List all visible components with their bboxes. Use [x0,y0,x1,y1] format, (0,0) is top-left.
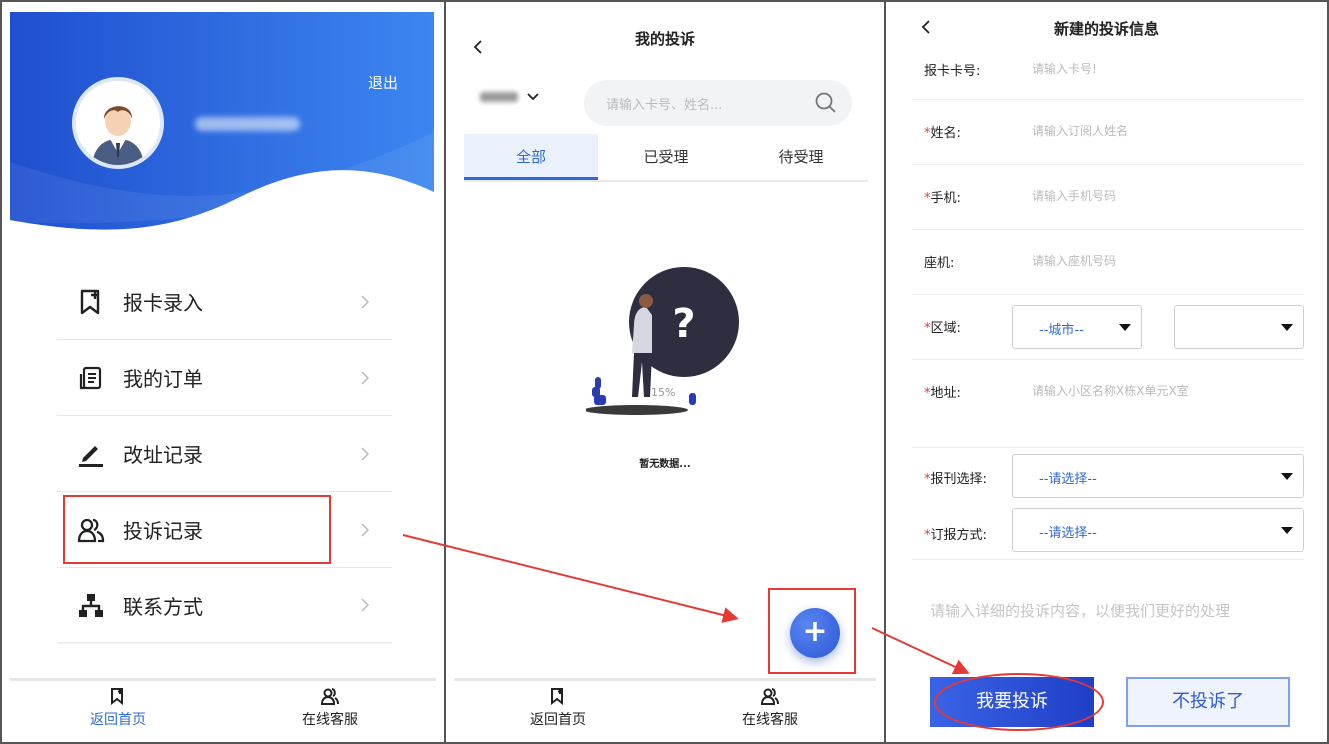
tab-all[interactable]: 全部 [464,134,598,180]
tab-service-label: 在线客服 [302,712,358,728]
empty-state-illustration: ? [586,267,739,415]
empty-state-text: 暂无数据... [639,459,691,470]
phone-number-blurred [195,117,300,131]
chevron-right-icon [361,370,370,385]
svg-text:?: ? [672,301,695,347]
page-title: 我的投诉 [634,30,695,48]
newspaper-select-value: --请选择-- [1039,472,1097,487]
landline-field[interactable]: 座机: 请输入座机号码 [912,230,1304,295]
field-label: *手机: [924,191,961,206]
my-complaints-panel: 我的投诉 请输入卡号、姓名... 全部 已受理 待受理 ? 15% 暂无数据..… [446,2,884,742]
subscription-method-row: *订报方式: --请选择-- [912,504,1304,560]
method-select-value: --请选择-- [1039,526,1097,541]
dropdown-caret-icon [1281,473,1293,480]
menu-label: 联系方式 [123,594,203,619]
name-field[interactable]: *姓名: 请输入订阅人姓名 [912,100,1304,165]
bottom-tabbar: 返回首页 在线客服 [454,678,876,740]
home-card-icon [551,688,563,705]
district-select[interactable] [1174,305,1304,349]
mobile-field[interactable]: *手机: 请输入手机号码 [912,165,1304,230]
order-list-icon [79,366,102,389]
cancel-complaint-button[interactable]: 不投诉了 [1126,677,1290,727]
bottom-tabbar: 返回首页 在线客服 [10,678,436,740]
field-placeholder: 请输入订阅人姓名 [1032,124,1129,138]
newspaper-row: *报刊选择: --请选择-- [912,448,1304,504]
city-select[interactable]: --城市-- [1012,305,1142,349]
profile-header: 退出 [10,12,434,242]
tab-pending[interactable]: 待受理 [734,134,868,180]
menu-item-address-change[interactable]: 改址记录 [57,416,392,492]
menu-item-card-entry[interactable]: 报卡录入 [57,264,392,340]
org-chart-icon [79,594,103,617]
tab-accepted[interactable]: 已受理 [599,134,733,180]
field-placeholder: 请输入座机号码 [1032,254,1117,268]
tab-home-label: 返回首页 [90,712,146,728]
tab-home[interactable]: 返回首页 [498,687,618,729]
edit-pen-icon [79,445,103,467]
menu-label: 报卡录入 [123,291,203,315]
home-card-icon [111,688,123,705]
card-add-icon [80,289,100,314]
chevron-down-icon [527,93,539,101]
menu-label: 改址记录 [123,443,203,467]
user-avatar-icon [76,81,160,165]
field-placeholder: 请输入小区名称X栋X单元X室 [1032,384,1189,398]
chevron-right-icon [361,446,370,461]
main-menu: 报卡录入 我的订单 改址记录 投诉记录 联系方式 [57,264,392,644]
menu-item-contact[interactable]: 联系方式 [57,568,392,644]
year-value-blurred [480,92,518,102]
address-field[interactable]: *地址: 请输入小区名称X栋X单元X室 [912,360,1304,448]
loading-percent: 15% [651,386,676,399]
search-placeholder: 请输入卡号、姓名... [606,98,723,113]
tab-home[interactable]: 返回首页 [58,687,178,729]
highlight-ellipse-submit [934,673,1104,731]
add-complaint-button[interactable]: + [790,608,840,658]
search-input[interactable]: 请输入卡号、姓名... [584,80,852,126]
year-dropdown[interactable] [480,92,540,102]
field-label: *报刊选择: [924,472,987,487]
service-users-icon [321,688,339,705]
tab-online-service[interactable]: 在线客服 [270,687,390,729]
city-select-value: --城市-- [1039,323,1084,338]
field-label: 报卡卡号: [924,64,981,79]
chevron-right-icon [361,522,370,537]
tab-online-service[interactable]: 在线客服 [710,687,830,729]
dropdown-caret-icon [1281,324,1293,331]
subscription-method-select[interactable]: --请选择-- [1012,508,1304,552]
service-users-icon [761,688,779,705]
field-placeholder: 请输入卡号! [1032,62,1097,76]
field-placeholder: 请输入手机号码 [1032,189,1117,203]
region-row: *区域: --城市-- [912,295,1304,360]
tab-home-label: 返回首页 [530,712,586,728]
status-tabs: 全部 已受理 待受理 [464,134,868,182]
field-label: *区域: [924,321,961,336]
field-label: *姓名: [924,126,961,141]
dropdown-caret-icon [1119,324,1131,331]
complaint-form: 报卡卡号: 请输入卡号! *姓名: 请输入订阅人姓名 *手机: 请输入手机号码 … [912,40,1304,560]
field-label: *订报方式: [924,528,987,543]
card-number-field[interactable]: 报卡卡号: 请输入卡号! [912,40,1304,100]
chevron-right-icon [361,294,370,309]
dropdown-caret-icon [1281,527,1293,534]
highlight-box-complaint-records [63,495,331,564]
complaint-content-textarea[interactable]: 请输入详细的投诉内容，以便我们更好的处理 [930,600,1230,621]
chevron-right-icon [361,598,370,612]
field-label: 座机: [924,256,955,271]
new-complaint-panel: 新建的投诉信息 报卡卡号: 请输入卡号! *姓名: 请输入订阅人姓名 *手机: … [886,2,1327,742]
tab-service-label: 在线客服 [742,712,798,728]
profile-panel: 退出 报卡录入 我的订单 改址记录 投诉记录 联系方式 返回首页 在线客服 [2,2,444,742]
newspaper-select[interactable]: --请选择-- [1012,454,1304,498]
avatar[interactable] [72,77,164,169]
logout-link[interactable]: 退出 [368,72,398,93]
field-label: *地址: [924,386,961,401]
menu-label: 我的订单 [123,367,203,391]
search-icon[interactable] [814,91,838,115]
menu-item-my-orders[interactable]: 我的订单 [57,340,392,416]
page-title: 新建的投诉信息 [1053,20,1159,38]
